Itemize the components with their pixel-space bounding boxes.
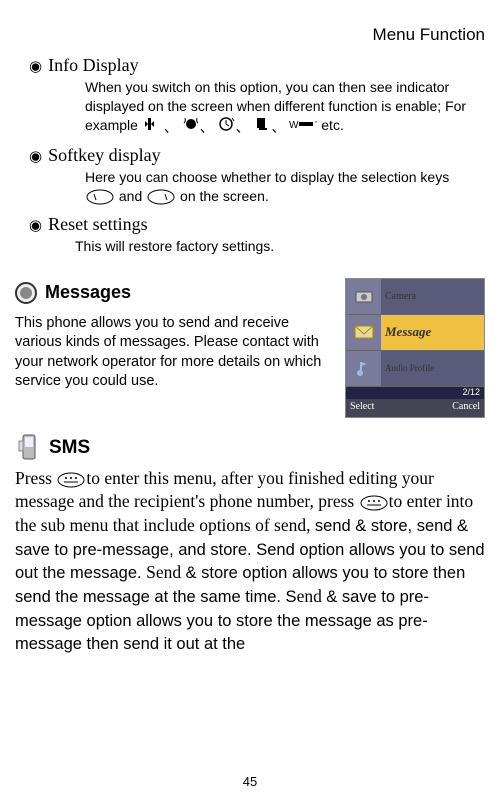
section-softkey-display: ◉ Softkey display xyxy=(15,145,485,166)
text: on the screen. xyxy=(180,188,269,204)
header-title: Menu Function xyxy=(15,25,485,45)
sms-title: SMS xyxy=(49,437,90,459)
section-body: Here you can choose whether to display t… xyxy=(85,168,477,206)
sms-body: Press to enter this menu, after you fini… xyxy=(15,467,485,656)
section-title: Info Display xyxy=(48,55,138,76)
text: Press xyxy=(15,468,56,488)
text: Here you can choose whether to display t… xyxy=(85,169,449,185)
indicator-icons: 、 、 、 、 WT xyxy=(142,119,321,135)
messages-block: Messages This phone allows you to send a… xyxy=(15,278,485,418)
phone-softkeys: Select Cancel xyxy=(346,399,484,417)
section-title: Reset settings xyxy=(48,214,148,235)
messages-title: Messages xyxy=(45,282,131,303)
phone-counter: 2/12 xyxy=(346,387,484,399)
section-info-display: ◉ Info Display xyxy=(15,55,485,76)
softkey-left-icon xyxy=(85,188,115,206)
softkey-right-icon xyxy=(146,188,176,206)
softkey-icon xyxy=(359,494,389,512)
svg-text:T: T xyxy=(315,120,317,130)
text: etc. xyxy=(321,117,344,133)
camera-icon xyxy=(346,279,381,314)
phone-softkey-right: Cancel xyxy=(452,401,480,415)
phone-softkey-left: Select xyxy=(350,401,374,415)
text: Send xyxy=(146,562,185,582)
mobile-phone-icon xyxy=(17,433,41,463)
phone-menu-label: Camera xyxy=(381,279,484,314)
envelope-icon xyxy=(346,315,381,350)
phone-menu-label: Message xyxy=(381,315,484,350)
phone-menu-label: Audio Profile xyxy=(381,351,484,386)
softkey-icon xyxy=(56,471,86,489)
svg-text:W: W xyxy=(289,120,299,131)
section-body: When you switch on this option, you can … xyxy=(85,78,477,137)
section-title: Softkey display xyxy=(48,145,161,166)
bullet-icon: ◉ xyxy=(29,216,42,234)
bullet-icon: ◉ xyxy=(29,147,42,165)
bullet-icon: ◉ xyxy=(29,57,42,75)
text: end xyxy=(297,586,327,606)
section-body: This will restore factory settings. xyxy=(75,237,477,256)
page-number: 45 xyxy=(0,774,500,789)
phone-menu-row: Audio Profile xyxy=(346,351,484,387)
section-reset-settings: ◉ Reset settings xyxy=(15,214,485,235)
phone-menu-row-selected: Message xyxy=(346,315,484,351)
messages-description: This phone allows you to send and receiv… xyxy=(15,314,335,392)
phone-menu-screenshot: Camera Message Audio Profile 2/12 Select… xyxy=(345,278,485,418)
sms-block: SMS Press to enter this menu, after you … xyxy=(15,433,485,656)
messages-icon xyxy=(15,282,37,304)
phone-menu-row: Camera xyxy=(346,279,484,315)
music-note-icon xyxy=(346,351,381,386)
text: and xyxy=(119,188,146,204)
